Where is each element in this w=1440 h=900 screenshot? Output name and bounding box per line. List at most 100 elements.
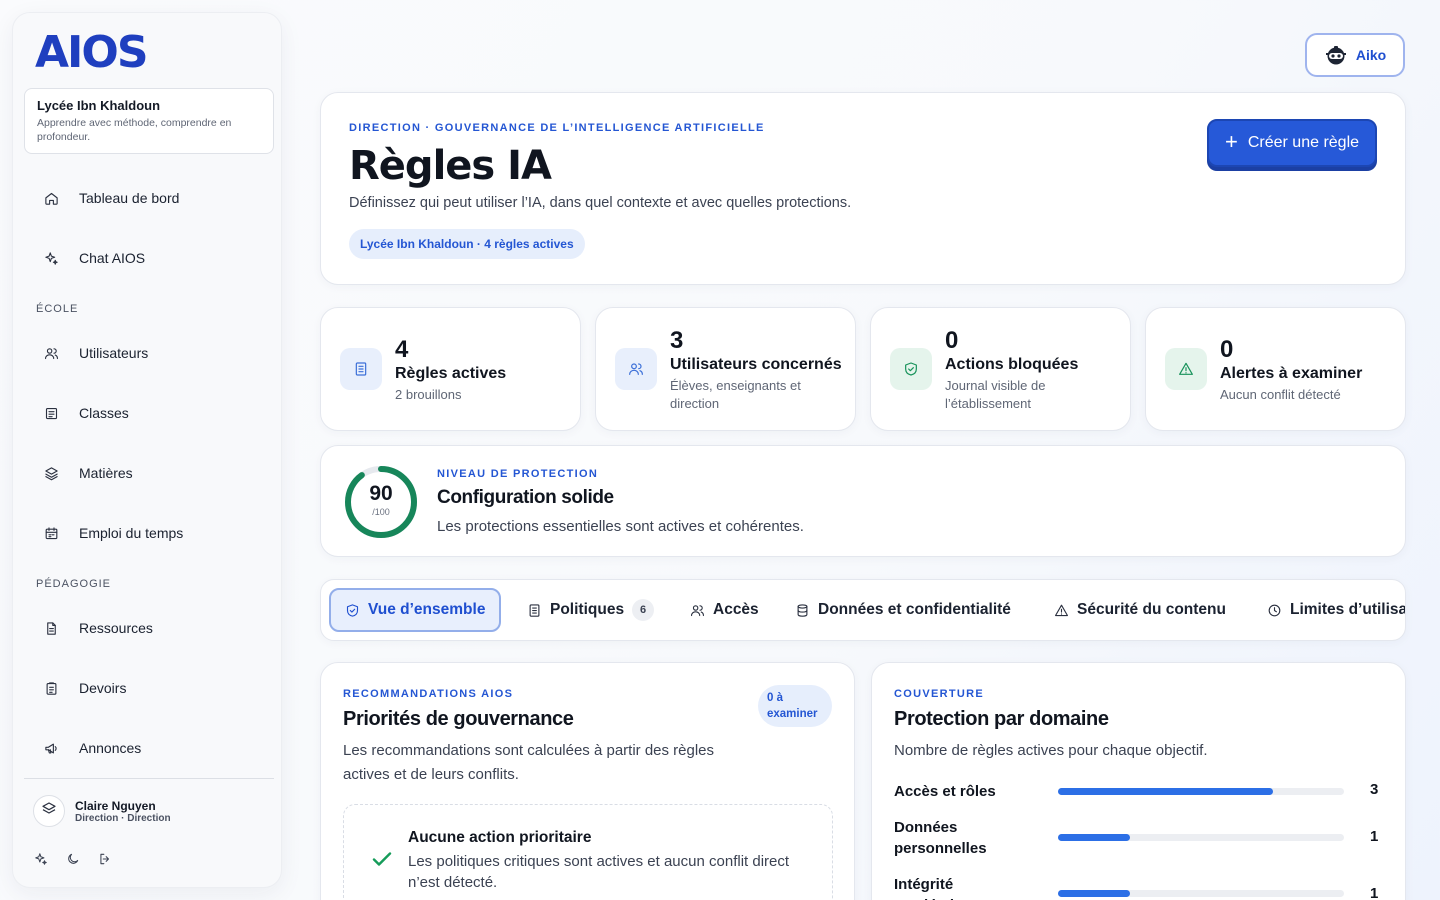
section-ecole: ÉCOLE xyxy=(36,303,79,315)
robot-icon xyxy=(1325,46,1346,65)
plus-icon: + xyxy=(1224,129,1238,154)
shield-check-icon xyxy=(905,362,917,376)
tab-usage-limits[interactable]: Limites d’utilisa xyxy=(1267,588,1406,632)
coverage-card: COUVERTURE Protection par domaine Nombre… xyxy=(871,662,1406,900)
domain-bar xyxy=(1058,834,1130,841)
layers-icon xyxy=(43,465,59,481)
logout-icon[interactable] xyxy=(97,851,113,867)
sidebar-item-chat[interactable]: Chat AIOS xyxy=(43,246,145,270)
sidebar-item-announcements[interactable]: Annonces xyxy=(43,736,141,760)
warning-icon xyxy=(1055,604,1068,616)
domain-track xyxy=(1058,890,1344,897)
protection-gauge: 90 /100 xyxy=(343,464,419,540)
school-selector[interactable]: Lycée Ibn Khaldoun Apprendre avec méthod… xyxy=(24,88,274,154)
assistant-chip[interactable]: Aiko xyxy=(1305,33,1405,77)
domain-bar xyxy=(1058,890,1130,897)
tab-access[interactable]: Accès xyxy=(690,588,759,632)
recommendations-card: RECOMMANDATIONS AIOS Priorités de gouver… xyxy=(320,662,855,900)
sidebar-item-users[interactable]: Utilisateurs xyxy=(43,341,148,365)
tab-overview[interactable]: Vue d’ensemble xyxy=(329,588,502,632)
tab-content-safety[interactable]: Sécurité du contenu xyxy=(1054,588,1226,632)
section-pedagogie: PÉDAGOGIE xyxy=(36,578,112,590)
stat-label: Utilisateurs concernés xyxy=(670,356,842,373)
sidebar-item-label: Chat AIOS xyxy=(79,250,146,266)
empty-state-title: Aucune action prioritaire xyxy=(408,829,592,846)
protection-title: Configuration solide xyxy=(437,487,614,508)
sidebar-item-label: Devoirs xyxy=(79,680,127,696)
create-rule-button[interactable]: + Créer une règle xyxy=(1207,119,1377,167)
sidebar-item-label: Annonces xyxy=(79,740,142,756)
sidebar-divider xyxy=(24,778,274,779)
stat-value: 0 xyxy=(945,327,959,354)
stat-value: 4 xyxy=(395,336,409,363)
protection-score-max: /100 xyxy=(372,507,390,517)
empty-state-text: Les politiques critiques sont actives et… xyxy=(408,853,790,891)
stat-label: Règles actives xyxy=(395,365,507,382)
protection-subtitle: Les protections essentielles sont active… xyxy=(437,518,804,535)
page-title: Règles IA xyxy=(349,143,552,189)
users-icon xyxy=(691,604,704,616)
users-icon xyxy=(629,363,643,375)
sidebar-item-resources[interactable]: Ressources xyxy=(43,616,153,640)
check-icon xyxy=(370,847,394,871)
shield-icon xyxy=(346,603,359,617)
sparkles-icon[interactable] xyxy=(33,851,49,867)
sidebar-item-timetable[interactable]: Emploi du temps xyxy=(43,521,183,545)
avatar[interactable] xyxy=(33,795,65,827)
stat-value: 0 xyxy=(1220,336,1234,363)
status-badge: Lycée Ibn Khaldoun · 4 règles actives xyxy=(349,229,585,259)
stat-icon-bg xyxy=(890,348,932,390)
user-role: Direction · Direction xyxy=(75,813,171,824)
header-eyebrow: DIRECTION · GOUVERNANCE DE L’INTELLIGENC… xyxy=(349,122,765,134)
page-description: Définissez qui peut utiliser l’IA, dans … xyxy=(349,195,852,211)
document-icon xyxy=(529,603,540,617)
stat-icon-bg xyxy=(340,348,382,390)
sidebar-item-label: Classes xyxy=(79,405,129,421)
user-name: Claire Nguyen xyxy=(75,799,156,813)
database-icon xyxy=(797,603,808,617)
sparkles-icon xyxy=(43,250,59,266)
school-motto: Apprendre avec méthode, comprendre en pr… xyxy=(37,117,232,143)
sidebar-item-classes[interactable]: Classes xyxy=(43,401,129,425)
tab-data-privacy[interactable]: Données et confidentialité xyxy=(795,588,1011,632)
coverage-title: Protection par domaine xyxy=(894,708,1109,730)
assistant-name: Aiko xyxy=(1355,47,1387,63)
warning-icon xyxy=(1179,362,1193,375)
protection-eyebrow: NIVEAU DE PROTECTION xyxy=(437,468,599,480)
tab-label: Limites d’utilisa xyxy=(1290,601,1406,618)
sidebar-footer-actions xyxy=(33,851,113,867)
stat-label: Alertes à examiner xyxy=(1220,365,1363,382)
sidebar-item-label: Matières xyxy=(79,465,133,481)
domain-value: 3 xyxy=(1370,781,1379,798)
tab-label: Politiques xyxy=(550,601,625,618)
moon-icon[interactable] xyxy=(65,851,81,867)
layers-icon xyxy=(41,801,57,822)
reco-title: Priorités de gouvernance xyxy=(343,708,574,730)
sidebar-item-label: Utilisateurs xyxy=(79,345,149,361)
domain-value: 1 xyxy=(1370,828,1379,845)
stat-sub: Journal visible de l’établissement xyxy=(945,378,1046,411)
sidebar-item-dashboard[interactable]: Tableau de bord xyxy=(43,186,179,210)
domain-bar xyxy=(1058,788,1273,795)
domain-label: Intégrité académique xyxy=(894,876,981,900)
classes-icon xyxy=(43,405,59,421)
sidebar: AIOS Lycée Ibn Khaldoun Apprendre avec m… xyxy=(12,12,282,888)
stat-sub: 2 brouillons xyxy=(395,387,462,402)
page-header: DIRECTION · GOUVERNANCE DE L’INTELLIGENC… xyxy=(320,92,1406,285)
school-name: Lycée Ibn Khaldoun xyxy=(37,98,161,113)
users-icon xyxy=(43,345,59,361)
tab-label: Vue d’ensemble xyxy=(368,601,486,618)
stat-sub: Aucun conflit détecté xyxy=(1220,387,1341,402)
tab-label: Sécurité du contenu xyxy=(1077,601,1226,618)
stat-icon-bg xyxy=(615,348,657,390)
sidebar-item-homework[interactable]: Devoirs xyxy=(43,676,126,700)
sidebar-item-subjects[interactable]: Matières xyxy=(43,461,133,485)
tab-policies[interactable]: Politiques 6 xyxy=(527,588,655,632)
stat-card-users: 3 Utilisateurs concernés Élèves, enseign… xyxy=(595,307,856,431)
clipboard-icon xyxy=(43,680,59,696)
app-logo[interactable]: AIOS xyxy=(35,27,149,79)
sidebar-item-label: Emploi du temps xyxy=(79,525,184,541)
create-rule-label: Créer une règle xyxy=(1247,134,1360,151)
status-badge: 0 à examiner xyxy=(758,685,832,727)
tab-bar: Vue d’ensemble Politiques 6 Accès Donnée… xyxy=(320,579,1406,641)
